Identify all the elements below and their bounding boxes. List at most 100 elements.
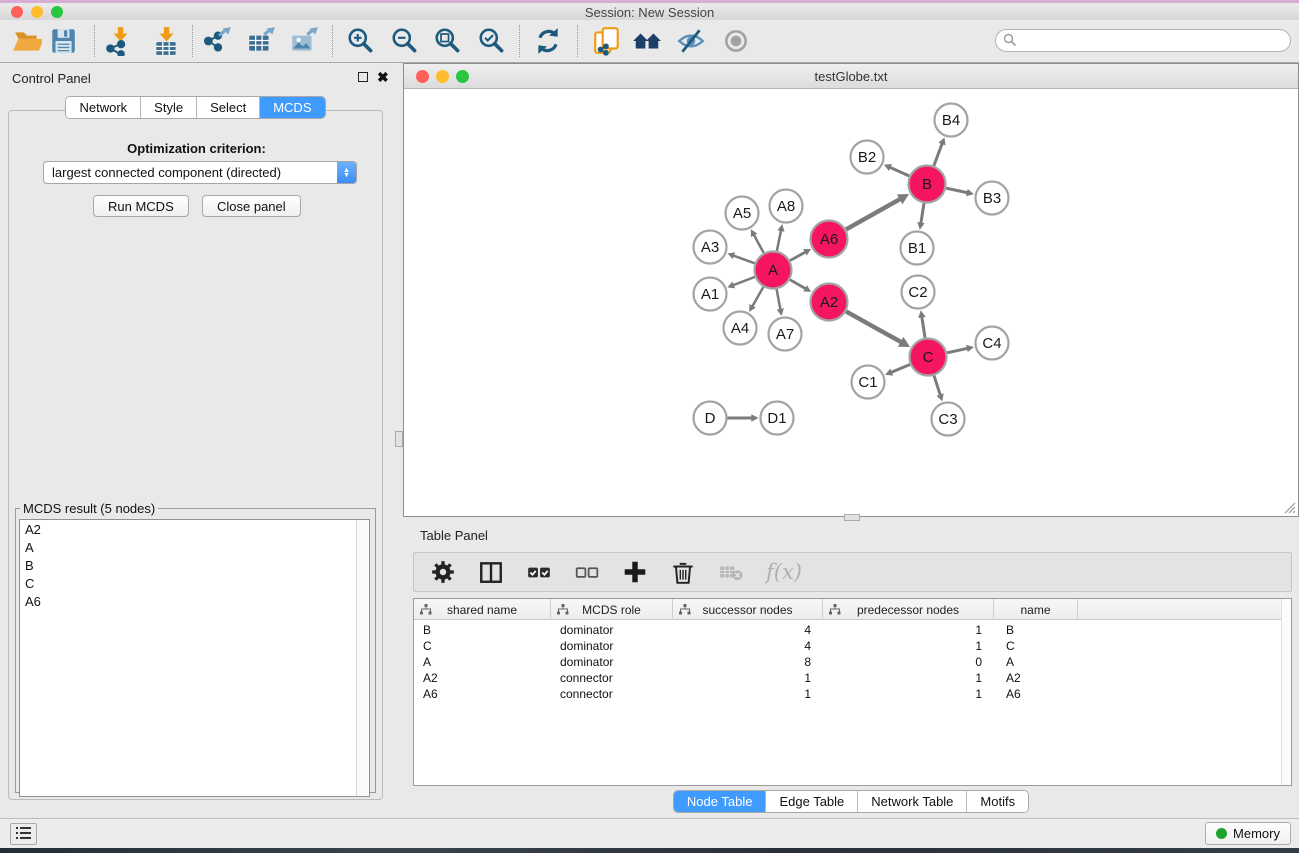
edge-B-B1[interactable]	[917, 203, 924, 229]
graph-node-A1[interactable]: A1	[694, 278, 727, 311]
table-row[interactable]: Adominator80A	[414, 654, 1291, 670]
edge-A-A2[interactable]	[790, 280, 811, 292]
network-canvas-svg[interactable]: B4 B2 B B3 A5 A8A6 A3 B1 A A1 C2 A2 A4 A7 C4 C C1 C3 D D1	[404, 89, 1298, 516]
zoom-in-icon[interactable]	[346, 26, 376, 56]
mcds-result-item[interactable]: B	[20, 556, 369, 574]
tab-style[interactable]: Style	[140, 97, 196, 118]
select-all-icon[interactable]	[526, 559, 552, 585]
table-tab-motifs[interactable]: Motifs	[966, 791, 1028, 812]
hide-details-icon[interactable]	[676, 26, 706, 56]
mcds-result-item[interactable]: A6	[20, 592, 369, 610]
graph-node-B3[interactable]: B3	[976, 182, 1009, 215]
graph-node-D[interactable]: D	[694, 402, 727, 435]
graph-node-C2[interactable]: C2	[902, 276, 935, 309]
graph-node-A3[interactable]: A3	[694, 231, 727, 264]
graph-node-C[interactable]: C	[910, 339, 947, 376]
edge-B-B4[interactable]	[934, 137, 946, 165]
edge-A-A7[interactable]	[777, 289, 784, 316]
graph-node-B[interactable]: B	[909, 166, 946, 203]
graph-node-C4[interactable]: C4	[976, 327, 1009, 360]
table-tab-node-table[interactable]: Node Table	[674, 791, 766, 812]
edge-A2-C[interactable]	[846, 311, 910, 347]
table-row[interactable]: Cdominator41C	[414, 638, 1291, 654]
zoom-out-icon[interactable]	[390, 26, 420, 56]
edge-A-A5[interactable]	[751, 229, 764, 253]
import-network-icon[interactable]	[105, 26, 135, 56]
edge-C-C1[interactable]	[885, 365, 910, 376]
graph-node-A[interactable]: A	[755, 252, 792, 289]
save-session-icon[interactable]	[48, 26, 78, 56]
zoom-fit-icon[interactable]	[433, 26, 463, 56]
graph-node-B1[interactable]: B1	[901, 232, 934, 265]
graph-node-A2[interactable]: A2	[811, 284, 848, 321]
clone-network-icon[interactable]	[592, 26, 622, 56]
run-mcds-button[interactable]: Run MCDS	[93, 195, 189, 217]
close-panel-button[interactable]: Close panel	[202, 195, 301, 217]
column-header-successor-nodes[interactable]: successor nodes	[673, 599, 823, 620]
edge-B-B3[interactable]	[946, 188, 974, 196]
resize-grip-icon[interactable]	[1283, 501, 1296, 514]
graph-node-A5[interactable]: A5	[726, 197, 759, 230]
graph-node-C3[interactable]: C3	[932, 403, 965, 436]
edge-D-D1[interactable]	[728, 414, 759, 421]
unselect-all-icon[interactable]	[574, 559, 600, 585]
edge-A-A3[interactable]	[727, 252, 754, 263]
table-row[interactable]: A2connector11A2	[414, 670, 1291, 686]
export-table-icon[interactable]	[246, 26, 276, 56]
export-network-icon[interactable]	[203, 26, 233, 56]
zoom-selected-icon[interactable]	[477, 26, 507, 56]
result-list-scrollbar[interactable]	[356, 520, 369, 796]
graph-node-A8[interactable]: A8	[770, 190, 803, 223]
table-row[interactable]: A6connector11A6	[414, 686, 1291, 702]
import-table-icon[interactable]	[151, 26, 181, 56]
tab-select[interactable]: Select	[196, 97, 259, 118]
mcds-result-item[interactable]: A	[20, 538, 369, 556]
float-panel-icon[interactable]	[358, 72, 368, 82]
table-tab-edge-table[interactable]: Edge Table	[765, 791, 857, 812]
column-header-MCDS-role[interactable]: MCDS role	[551, 599, 673, 620]
memory-button[interactable]: Memory	[1205, 822, 1291, 845]
optimization-criterion-select[interactable]: largest connected component (directed) ▲…	[43, 161, 357, 184]
edge-A-A8[interactable]	[777, 224, 785, 251]
edge-A-A6[interactable]	[790, 249, 811, 261]
task-history-button[interactable]	[10, 823, 37, 845]
search-input[interactable]	[995, 29, 1291, 52]
settings-gear-icon[interactable]	[430, 559, 456, 585]
node-label: D1	[767, 410, 786, 427]
node-label: C4	[982, 335, 1001, 352]
table-row[interactable]: Bdominator41B	[414, 622, 1291, 638]
mcds-result-item[interactable]: C	[20, 574, 369, 592]
graph-node-A4[interactable]: A4	[724, 312, 757, 345]
refresh-icon[interactable]	[533, 26, 563, 56]
graph-node-B2[interactable]: B2	[851, 141, 884, 174]
edge-A-A1[interactable]	[727, 277, 754, 288]
edge-C-C2[interactable]	[918, 310, 925, 337]
edge-C-C3[interactable]	[934, 376, 944, 402]
edge-B-B2[interactable]	[884, 164, 909, 176]
table-tab-network-table[interactable]: Network Table	[857, 791, 966, 812]
tab-mcds[interactable]: MCDS	[259, 97, 324, 118]
edge-A-A4[interactable]	[749, 287, 763, 312]
graph-node-D1[interactable]: D1	[761, 402, 794, 435]
close-panel-icon[interactable]: ✖	[377, 72, 389, 82]
graph-node-B4[interactable]: B4	[935, 104, 968, 137]
open-file-icon[interactable]	[12, 26, 42, 56]
tab-network[interactable]: Network	[66, 97, 140, 118]
export-image-icon[interactable]	[289, 26, 319, 56]
show-details-icon[interactable]	[721, 26, 751, 56]
edge-A6-B[interactable]	[846, 194, 909, 229]
graph-node-A6[interactable]: A6	[811, 221, 848, 258]
column-header-predecessor-nodes[interactable]: predecessor nodes	[823, 599, 994, 620]
table-scrollbar[interactable]	[1281, 599, 1291, 785]
add-column-icon[interactable]	[622, 559, 648, 585]
graph-node-C1[interactable]: C1	[852, 366, 885, 399]
edge-C-C4[interactable]	[947, 345, 974, 353]
vertical-splitter-handle[interactable]	[395, 431, 403, 447]
column-header-shared-name[interactable]: shared name	[414, 599, 551, 620]
mcds-result-item[interactable]: A2	[20, 520, 369, 538]
split-view-icon[interactable]	[478, 559, 504, 585]
delete-column-icon[interactable]	[670, 559, 696, 585]
graph-node-A7[interactable]: A7	[769, 318, 802, 351]
column-header-name[interactable]: name	[994, 599, 1078, 620]
home-layout-icon[interactable]	[632, 26, 662, 56]
